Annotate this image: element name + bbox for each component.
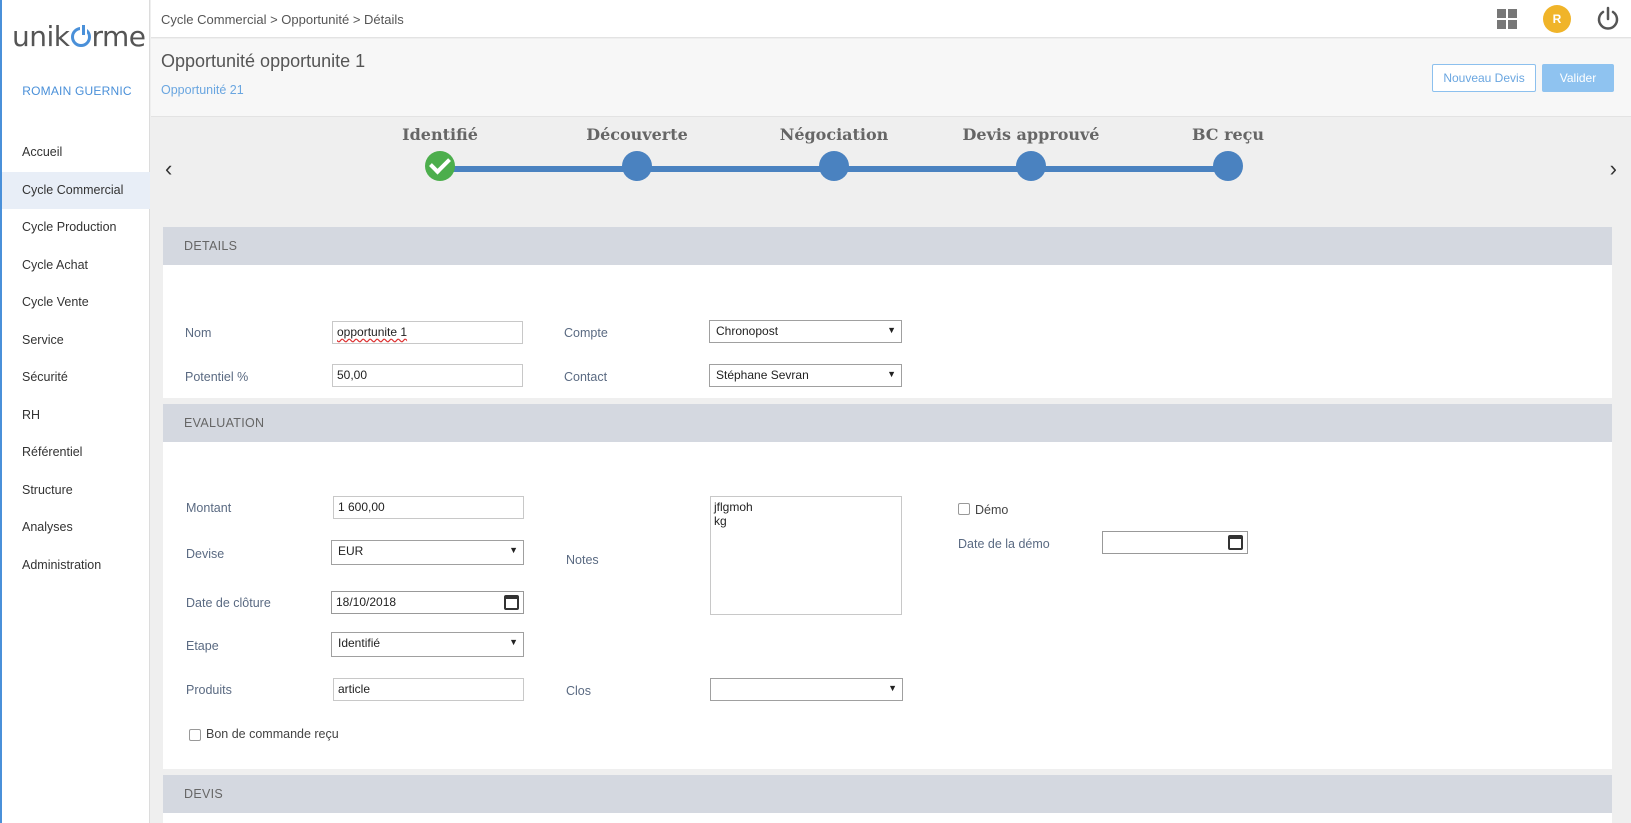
bc-recu-checkbox[interactable] — [189, 729, 201, 741]
title-bar: Opportunité opportunite 1 Opportunité 21… — [151, 39, 1631, 117]
sidebar-item-administration[interactable]: Administration — [2, 547, 150, 585]
sidebar-item-analyses[interactable]: Analyses — [2, 509, 150, 547]
step-label: BC reçu — [1191, 125, 1265, 144]
compte-select[interactable]: Chronopost ▼ — [709, 320, 902, 343]
demo-checkbox[interactable] — [958, 503, 970, 515]
chevron-left-icon[interactable]: ‹ — [165, 156, 172, 182]
montant-label: Montant — [186, 501, 232, 515]
cloture-label: Date de clôture — [186, 596, 271, 610]
devise-value: EUR — [338, 544, 364, 558]
evaluation-panel: EVALUATION Montant 1 600,00 Devise EUR ▼ … — [163, 404, 1612, 769]
nom-value: opportunite 1 — [337, 325, 408, 339]
cloture-value: 18/10/2018 — [336, 595, 397, 609]
potentiel-field[interactable]: 50,00 — [332, 364, 523, 387]
contact-select[interactable]: Stéphane Sevran ▼ — [709, 364, 902, 387]
contact-value: Stéphane Sevran — [716, 368, 809, 382]
devise-select[interactable]: EUR ▼ — [331, 540, 524, 565]
step-negociation[interactable]: Négociation — [754, 118, 914, 181]
demo-date-label: Date de la démo — [958, 537, 1050, 551]
logo-text-right: rme — [91, 20, 147, 53]
demo-label: Démo — [975, 503, 1009, 517]
step-label: Identifié — [402, 125, 478, 144]
sidebar-item-cycle-achat[interactable]: Cycle Achat — [2, 247, 150, 285]
step-decouverte[interactable]: Découverte — [557, 118, 717, 181]
page-subtitle: Opportunité 21 — [161, 83, 244, 97]
nom-label: Nom — [185, 326, 212, 340]
step-dot[interactable] — [622, 151, 652, 181]
compte-label: Compte — [564, 326, 608, 340]
validate-button[interactable]: Valider — [1542, 64, 1614, 92]
devis-panel: DEVIS — [163, 775, 1612, 823]
devis-heading: DEVIS — [163, 775, 1612, 813]
caret-down-icon: ▼ — [509, 637, 518, 647]
compte-value: Chronopost — [716, 324, 779, 338]
montant-field[interactable]: 1 600,00 — [333, 496, 524, 519]
details-heading: DETAILS — [163, 227, 1612, 265]
new-quote-button[interactable]: Nouveau Devis — [1432, 64, 1536, 92]
step-label: Devis approuvé — [962, 125, 1100, 144]
etape-value: Identifié — [338, 636, 381, 650]
cloture-date-field[interactable]: 18/10/2018 — [331, 591, 524, 614]
caret-down-icon: ▼ — [887, 325, 896, 335]
calendar-icon[interactable] — [504, 595, 519, 610]
logo-power-o-icon — [70, 23, 91, 47]
power-icon[interactable] — [1595, 6, 1621, 32]
step-identifie[interactable]: Identifié — [360, 118, 520, 181]
produits-label: Produits — [186, 683, 232, 697]
sidebar-item-cycle-vente[interactable]: Cycle Vente — [2, 284, 150, 322]
step-label: Négociation — [779, 125, 889, 144]
logo-text-left: unik — [12, 20, 70, 53]
sidebar-item-rh[interactable]: RH — [2, 397, 150, 435]
sidebar-item-structure[interactable]: Structure — [2, 472, 150, 510]
details-panel: DETAILS Nom opportunite 1 Compte Chronop… — [163, 227, 1612, 398]
top-header: Cycle Commercial > Opportunité > Détails… — [151, 0, 1631, 38]
sidebar-item-referentiel[interactable]: Référentiel — [2, 434, 150, 472]
calendar-icon[interactable] — [1228, 535, 1243, 550]
sidebar-item-service[interactable]: Service — [2, 322, 150, 360]
sidebar-item-securite[interactable]: Sécurité — [2, 359, 150, 397]
etape-label: Etape — [186, 639, 219, 653]
demo-date-field[interactable] — [1102, 531, 1248, 554]
clos-label: Clos — [566, 684, 592, 698]
breadcrumb[interactable]: Cycle Commercial > Opportunité > Détails — [161, 12, 404, 27]
produits-field[interactable]: article — [333, 678, 524, 701]
user-name[interactable]: ROMAIN GUERNIC — [2, 84, 152, 98]
bc-recu-label: Bon de commande reçu — [206, 727, 339, 741]
contact-label: Contact — [564, 370, 608, 384]
page-title: Opportunité opportunite 1 — [161, 51, 366, 71]
caret-down-icon: ▼ — [887, 369, 896, 379]
sidebar-item-accueil[interactable]: Accueil — [2, 134, 150, 172]
devise-label: Devise — [186, 547, 225, 561]
stage-stepper: ‹ Identifié Découverte Négociation Devis… — [151, 118, 1631, 218]
notes-label: Notes — [566, 553, 599, 567]
sidebar: unik rme ROMAIN GUERNIC Accueil Cycle Com… — [0, 0, 150, 823]
logo: unik rme — [12, 20, 146, 53]
clos-select[interactable]: ▼ — [710, 678, 903, 701]
step-bc-recu[interactable]: BC reçu — [1148, 118, 1308, 181]
evaluation-heading: EVALUATION — [163, 404, 1612, 442]
step-dot[interactable] — [1213, 151, 1243, 181]
check-icon[interactable] — [425, 151, 455, 181]
apps-grid-icon[interactable] — [1497, 9, 1517, 29]
step-dot[interactable] — [819, 151, 849, 181]
etape-select[interactable]: Identifié ▼ — [331, 632, 524, 657]
step-dot[interactable] — [1016, 151, 1046, 181]
nom-field[interactable]: opportunite 1 — [332, 321, 523, 344]
sidebar-nav: Accueil Cycle Commercial Cycle Productio… — [2, 134, 150, 584]
step-label: Découverte — [586, 125, 688, 144]
sidebar-item-cycle-production[interactable]: Cycle Production — [2, 209, 150, 247]
sidebar-item-cycle-commercial[interactable]: Cycle Commercial — [2, 171, 150, 209]
caret-down-icon: ▼ — [509, 545, 518, 555]
step-devis-approuve[interactable]: Devis approuvé — [951, 118, 1111, 181]
potentiel-label: Potentiel % — [185, 370, 249, 384]
avatar[interactable]: R — [1543, 5, 1571, 33]
notes-textarea[interactable]: jflgmoh kg — [710, 496, 902, 615]
chevron-right-icon[interactable]: › — [1610, 156, 1617, 182]
caret-down-icon: ▼ — [888, 683, 897, 693]
